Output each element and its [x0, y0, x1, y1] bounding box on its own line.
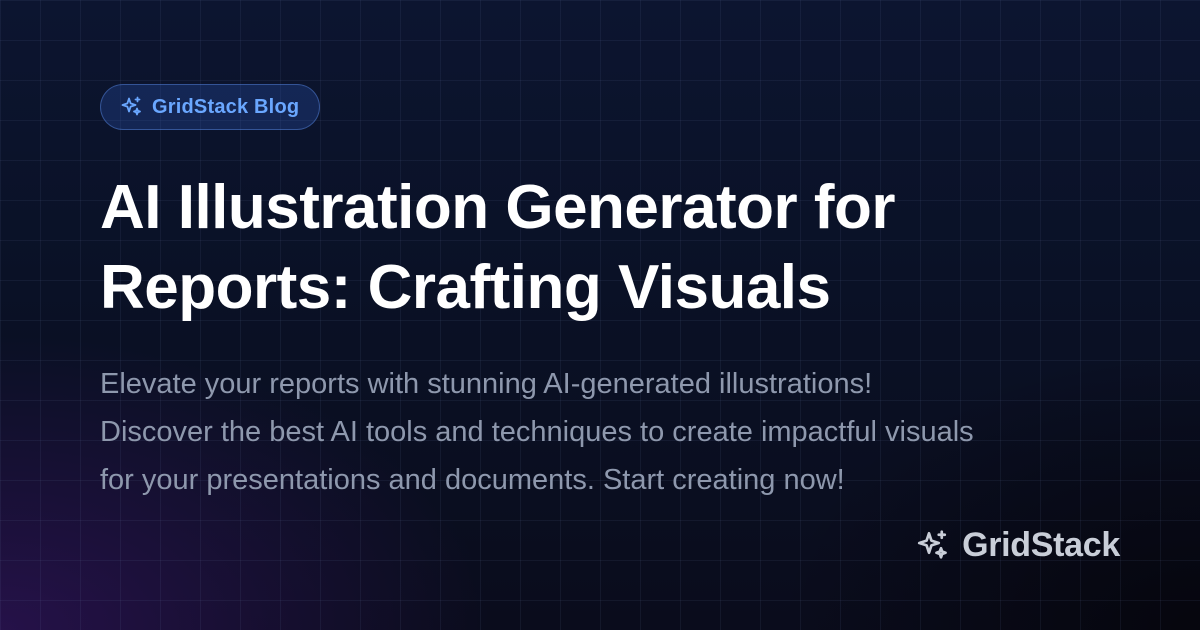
brand-logo: GridStack [914, 526, 1120, 565]
blog-badge: GridStack Blog [100, 84, 321, 130]
og-image-card: GridStack Blog AI Illustration Generator… [0, 0, 1200, 630]
page-title: AI Illustration Generator for Reports: C… [100, 173, 896, 322]
sparkles-icon [121, 96, 141, 116]
description: Elevate your reports with stunning AI-ge… [100, 368, 974, 496]
brand-name: GridStack [962, 526, 1120, 564]
sparkles-icon [917, 529, 947, 559]
badge-label: GridStack Blog [152, 95, 300, 118]
